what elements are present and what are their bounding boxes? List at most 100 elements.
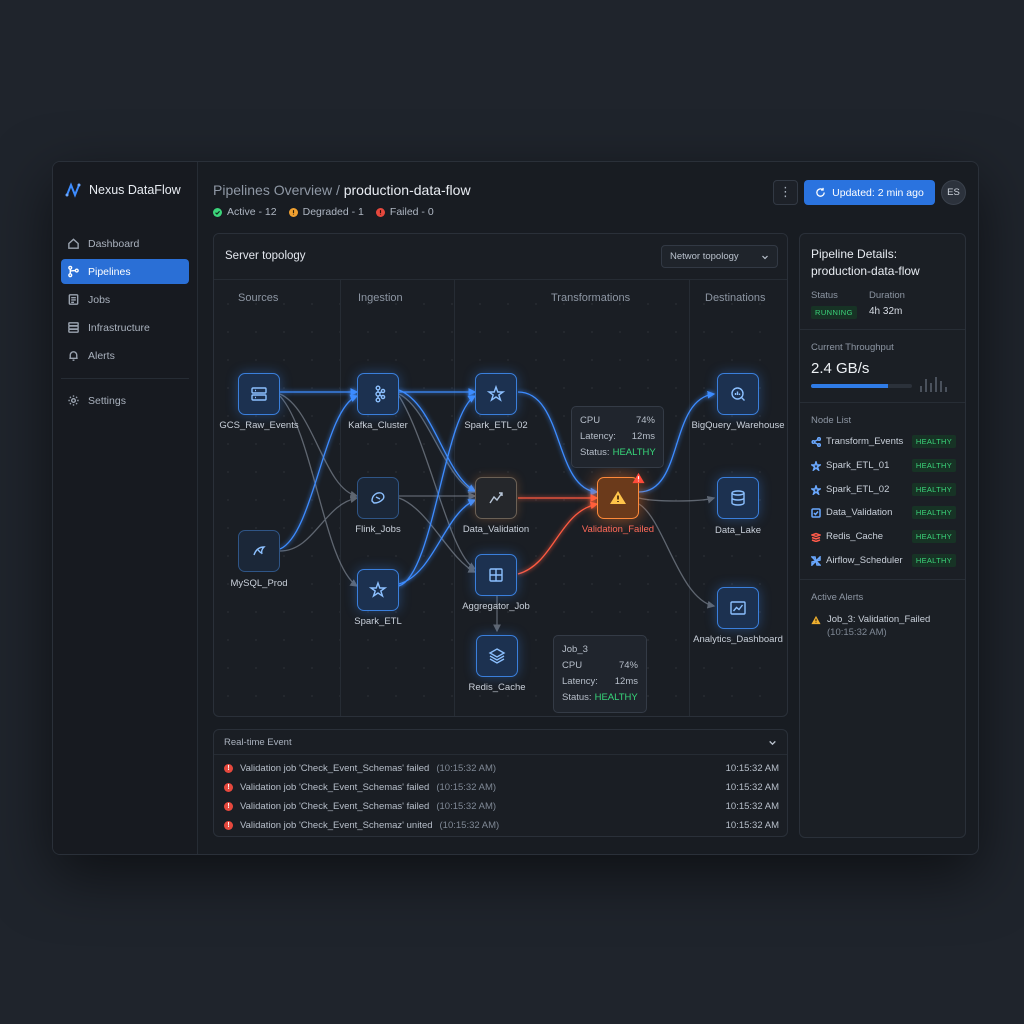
- node-aggregator-job[interactable]: [475, 554, 517, 596]
- sparkline-bar: [920, 386, 922, 392]
- event-row[interactable]: ! Validation job 'Check_Event_Schemas' fa…: [224, 801, 779, 812]
- alert-item[interactable]: Job_3: Validation_Failed (10:15:32 AM): [811, 613, 930, 639]
- duration-value: 4h 32m: [869, 306, 903, 317]
- events-header[interactable]: Real-time Event: [214, 730, 787, 755]
- sidebar-item-jobs[interactable]: Jobs: [61, 287, 189, 312]
- node-list-name: Airflow_Scheduler: [826, 555, 903, 566]
- tooltip-value: 74%: [635, 415, 655, 426]
- error-circle-icon: [375, 207, 385, 217]
- details-title-line: Pipeline Details:: [811, 247, 898, 261]
- alert-text: Job_3: Validation_Failed: [827, 614, 931, 625]
- node-spark-etl[interactable]: [357, 569, 399, 611]
- sidebar-item-settings[interactable]: Settings: [61, 388, 189, 413]
- event-inline-time: (10:15:32 AM): [439, 820, 500, 831]
- event-time: 10:15:32 AM: [725, 801, 779, 812]
- status-active-label: Active - 12: [227, 206, 277, 218]
- more-options-button[interactable]: ⋮: [773, 180, 798, 205]
- node-label: Analytics_Dashboard: [693, 634, 783, 645]
- node-label: Kafka_Cluster: [348, 420, 408, 431]
- node-data-validation[interactable]: [475, 477, 517, 519]
- status-badge: RUNNING: [811, 306, 857, 319]
- node-label: Data_Lake: [715, 525, 761, 536]
- node-list-item[interactable]: Spark_ETL_02 HEALTHY: [811, 483, 956, 496]
- edge: [638, 503, 716, 609]
- chevron-down-icon[interactable]: [768, 738, 777, 747]
- sidebar-item-pipelines[interactable]: Pipelines: [61, 259, 189, 284]
- event-time: 10:15:32 AM: [725, 782, 779, 793]
- app-name: Nexus DataFlow: [89, 183, 181, 197]
- sidebar-item-alerts[interactable]: Alerts: [61, 343, 189, 368]
- event-row[interactable]: ! Validation job 'Check_Event_Schemaz' un…: [224, 820, 779, 831]
- jobs-icon: [68, 294, 79, 305]
- view-select[interactable]: Networ topology: [661, 245, 778, 268]
- node-redis-cache[interactable]: [476, 635, 518, 677]
- node-bigquery-warehouse[interactable]: [717, 373, 759, 415]
- gear-icon: [68, 395, 79, 406]
- node-kafka-cluster[interactable]: [357, 373, 399, 415]
- divider: [800, 402, 965, 403]
- health-badge: HEALTHY: [911, 554, 956, 567]
- realtime-events-panel: Real-time Event ! Validation job 'Check_E…: [213, 729, 788, 837]
- status-degraded-label: Degraded - 1: [302, 206, 364, 218]
- node-list-name: Spark_ETL_01: [826, 460, 890, 471]
- node-flink-jobs[interactable]: [357, 477, 399, 519]
- database-icon: [731, 490, 745, 506]
- error-icon: !: [224, 802, 233, 811]
- node-list-item[interactable]: Redis_Cache HEALTHY: [811, 530, 956, 543]
- logo-icon: [65, 182, 81, 198]
- alert-time: (10:15:32 AM): [827, 627, 887, 638]
- node-list-label: Node List: [811, 415, 852, 426]
- tooltip-label: Latency:: [562, 676, 598, 687]
- event-row[interactable]: ! Validation job 'Check_Event_Schemas' fa…: [224, 763, 779, 774]
- node-spark-etl-02[interactable]: [475, 373, 517, 415]
- sidebar-item-label: Pipelines: [88, 265, 131, 278]
- node-list-item[interactable]: Data_Validation HEALTHY: [811, 506, 956, 519]
- breadcrumb-parent[interactable]: Pipelines Overview /: [213, 182, 340, 198]
- chevron-down-icon: [762, 255, 768, 259]
- pipeline-details-panel: Pipeline Details: production-data-flow S…: [799, 233, 966, 838]
- refresh-button[interactable]: Updated: 2 min ago: [804, 180, 935, 205]
- avatar[interactable]: ES: [941, 180, 966, 205]
- app-window: Nexus DataFlow Dashboard Pipelines Jobs …: [52, 161, 979, 855]
- node-list-item[interactable]: Spark_ETL_01 HEALTHY: [811, 459, 956, 472]
- divider: [800, 579, 965, 580]
- warning-circle-icon: [288, 207, 298, 217]
- node-gcs-raw-events[interactable]: [238, 373, 280, 415]
- node-list-name: Spark_ETL_02: [826, 484, 890, 495]
- details-title: Pipeline Details: production-data-flow: [811, 246, 920, 280]
- status-degraded: Degraded - 1: [288, 206, 364, 218]
- node-list-item[interactable]: Airflow_Scheduler HEALTHY: [811, 554, 956, 567]
- node-tooltip: Job_3 CPU 74% Latency: 12ms Status: HEALTHY: [553, 635, 647, 713]
- warning-icon: [811, 615, 821, 625]
- edge: [517, 501, 599, 575]
- sidebar-item-label: Alerts: [88, 349, 115, 362]
- edge: [398, 497, 477, 573]
- tooltip-label: Status:: [580, 447, 610, 458]
- storage-icon: [251, 387, 267, 401]
- active-alerts-label: Active Alerts: [811, 592, 864, 603]
- status-label: Status: [811, 290, 838, 301]
- trend-icon: [489, 492, 503, 504]
- tooltip-title: Job_3: [562, 644, 588, 655]
- refresh-icon: [816, 187, 825, 197]
- node-mysql-prod[interactable]: [238, 530, 280, 572]
- share-icon: [811, 436, 821, 447]
- event-row[interactable]: ! Validation job 'Check_Event_Schemas' fa…: [224, 782, 779, 793]
- sparkline-bar: [935, 377, 937, 392]
- sidebar-item-dashboard[interactable]: Dashboard: [61, 231, 189, 256]
- sidebar-divider: [61, 378, 189, 379]
- spark-icon: [811, 484, 821, 495]
- events-title: Real-time Event: [224, 736, 292, 748]
- topology-panel: Sources Ingestion Transformations Destin…: [213, 233, 788, 717]
- home-icon: [68, 238, 79, 249]
- redis-icon: [811, 532, 821, 542]
- node-list-item[interactable]: Transform_Events HEALTHY: [811, 435, 956, 448]
- health-badge: HEALTHY: [911, 483, 956, 496]
- pipeline-status-summary: Active - 12 Degraded - 1 Failed - 0: [213, 206, 434, 218]
- tooltip-status: HEALTHY: [612, 447, 656, 458]
- sidebar-item-infrastructure[interactable]: Infrastructure: [61, 315, 189, 340]
- bell-icon: [69, 351, 78, 361]
- node-analytics-dashboard[interactable]: [717, 587, 759, 629]
- brand[interactable]: Nexus DataFlow: [65, 182, 181, 198]
- node-data-lake[interactable]: [717, 477, 759, 519]
